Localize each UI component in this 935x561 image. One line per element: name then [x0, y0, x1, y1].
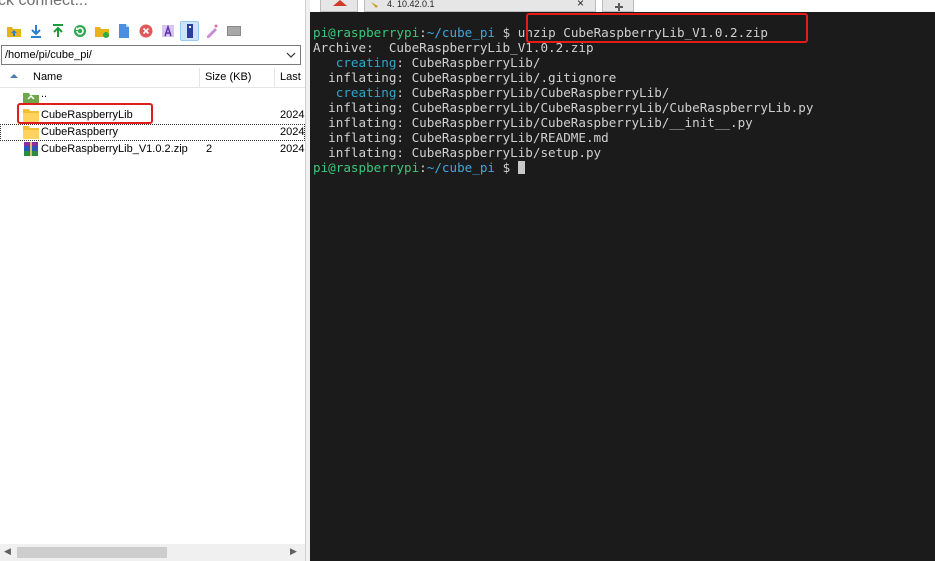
output-path: : CubeRaspberryLib/setup.py [396, 145, 602, 160]
output-action: inflating [313, 145, 397, 160]
file-name: CubeRaspberry [41, 126, 119, 138]
tab-title: 4. 10.42.0.1 [387, 0, 435, 9]
output-path: : CubeRaspberryLib/CubeRaspberryLib/ [396, 85, 670, 100]
quick-connect-field[interactable]: ck connect... [0, 0, 88, 10]
app-window: ck connect... /home/pi/cube_pi/ Name Siz… [0, 0, 935, 561]
column-divider[interactable] [199, 68, 200, 87]
prompt-user: pi@raspberrypi [313, 25, 420, 40]
prompt-symbol: $ [495, 25, 518, 40]
output-action: inflating [313, 115, 397, 130]
home-icon [333, 0, 347, 6]
prompt-user: pi@raspberrypi [313, 160, 420, 175]
file-name: .. [41, 88, 48, 100]
output-path: : CubeRaspberryLib/ [396, 55, 541, 70]
terminal-line-output: inflating: CubeRaspberryLib/README.md [313, 130, 609, 145]
upload-icon[interactable] [48, 21, 67, 41]
text-cursor [517, 161, 525, 174]
terminal-line-output: inflating: CubeRaspberryLib/.gitignore [313, 70, 616, 85]
terminal-output[interactable]: pi@raspberrypi:~/cube_pi $ unzip CubeRas… [310, 12, 935, 561]
list-item[interactable]: CubeRaspberryLib_V1.0.2.zip 2 2024 [0, 141, 305, 158]
new-folder-icon[interactable] [92, 21, 111, 41]
terminal-panel: 4. 10.42.0.1 × pi@raspberrypi:~/cube_pi … [310, 0, 935, 561]
terminal-icon[interactable] [224, 21, 243, 41]
file-date: 2024 [280, 109, 305, 121]
file-list-header: Name Size (KB) Last [0, 68, 305, 88]
delete-icon[interactable] [136, 21, 155, 41]
download-icon[interactable] [26, 21, 45, 41]
output-path: : CubeRaspberryLib/README.md [396, 130, 609, 145]
scroll-left-icon[interactable]: ◀ [4, 546, 11, 557]
refresh-icon[interactable] [70, 21, 89, 41]
output-action: creating [313, 85, 397, 100]
tab-session[interactable]: 4. 10.42.0.1 × [364, 0, 596, 12]
column-size[interactable]: Size (KB) [205, 71, 251, 83]
prompt-path: ~/cube_pi [426, 25, 495, 40]
output-action: inflating [313, 70, 397, 85]
terminal-line-output: inflating: CubeRaspberryLib/CubeRaspberr… [313, 100, 813, 115]
terminal-line-output: inflating: CubeRaspberryLib/CubeRaspberr… [313, 115, 753, 130]
highlight-box [17, 103, 153, 124]
plus-icon [615, 3, 623, 11]
file-browser-pane: ck connect... /home/pi/cube_pi/ Name Siz… [0, 0, 305, 561]
tab-bar: 4. 10.42.0.1 × [310, 0, 935, 12]
path-dropdown[interactable]: /home/pi/cube_pi/ [1, 45, 301, 65]
new-file-icon[interactable] [114, 21, 133, 41]
file-date: 2024 [280, 126, 305, 138]
home-tab[interactable] [320, 0, 358, 12]
terminal-line-output: creating: CubeRaspberryLib/CubeRaspberry… [313, 85, 670, 100]
file-date: 2024 [280, 143, 305, 155]
output-path: : CubeRaspberryLib/.gitignore [396, 70, 617, 85]
prompt-path: ~/cube_pi [426, 160, 495, 175]
scroll-thumb[interactable] [17, 547, 167, 558]
prompt-separator: : [419, 25, 427, 40]
column-last-modified[interactable]: Last [280, 71, 301, 83]
terminal-session-icon [371, 2, 378, 8]
terminal-line-output: inflating: CubeRaspberryLib/setup.py [313, 145, 601, 160]
list-item[interactable]: CubeRaspberry 2024 [0, 124, 305, 141]
output-action: inflating [313, 100, 397, 115]
column-name[interactable]: Name [33, 71, 62, 83]
folder-up-icon[interactable] [4, 21, 23, 41]
output-path: : CubeRaspberryLib/CubeRaspberryLib/Cube… [396, 100, 814, 115]
scroll-right-icon[interactable]: ▶ [290, 546, 297, 557]
properties-icon[interactable] [180, 21, 199, 41]
chevron-down-icon[interactable] [286, 50, 296, 63]
file-size: 2 [206, 143, 213, 155]
file-name: CubeRaspberryLib_V1.0.2.zip [41, 143, 188, 155]
horizontal-scrollbar[interactable]: ◀ ▶ [0, 544, 305, 561]
zip-archive-icon [23, 142, 39, 156]
prompt-separator: : [419, 160, 427, 175]
prompt-symbol: $ [495, 160, 518, 175]
folder-icon [23, 125, 39, 139]
rename-icon[interactable] [158, 21, 177, 41]
terminal-line-output: creating: CubeRaspberryLib/ [313, 55, 541, 70]
highlight-box [526, 13, 808, 43]
edit-icon[interactable] [202, 21, 221, 41]
output-path: : CubeRaspberryLib/CubeRaspberryLib/__in… [396, 115, 753, 130]
sort-asc-icon[interactable] [10, 71, 18, 83]
column-divider[interactable] [274, 68, 275, 87]
file-toolbar [0, 17, 305, 45]
close-icon[interactable]: × [577, 0, 584, 10]
output-action: creating [313, 55, 397, 70]
terminal-line-prompt: pi@raspberrypi:~/cube_pi $ [313, 160, 525, 175]
path-value: /home/pi/cube_pi/ [5, 49, 92, 61]
output-action: inflating [313, 130, 397, 145]
new-tab-button[interactable] [602, 0, 634, 12]
archive-label: Archive: [313, 40, 389, 55]
